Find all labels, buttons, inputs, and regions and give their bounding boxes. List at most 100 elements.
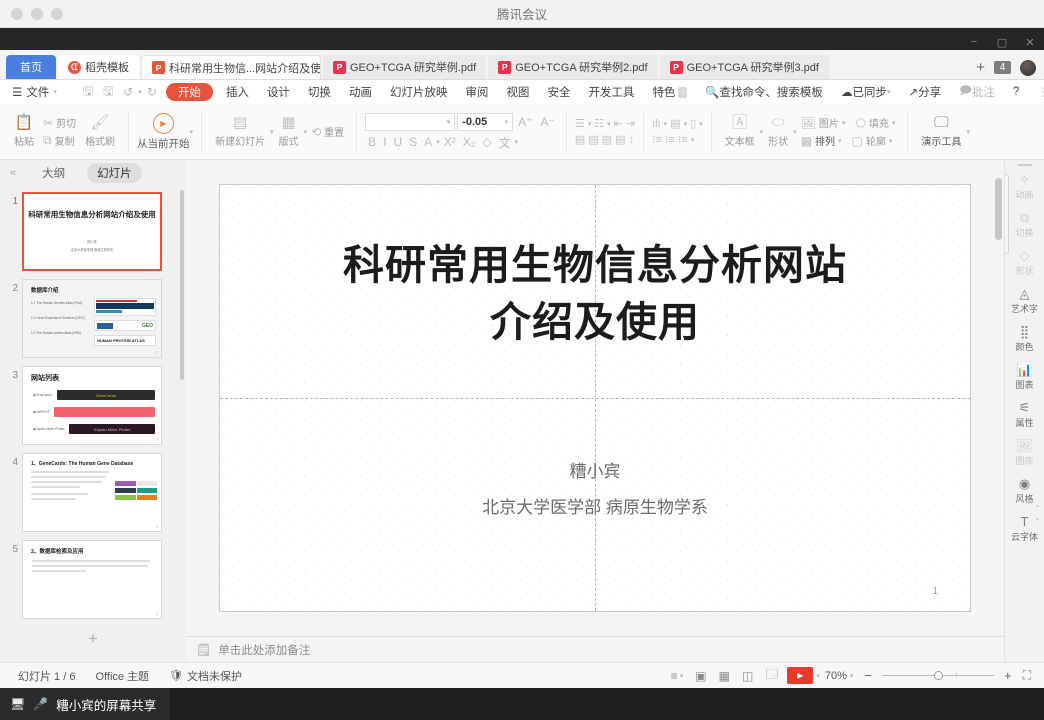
font-color-button[interactable]: A xyxy=(421,135,435,149)
outline-button[interactable]: ▢ 轮廓 ▾ xyxy=(848,133,897,149)
notes-view-button[interactable]: 🗔 xyxy=(759,665,784,686)
chevron-down-icon[interactable]: ▾ xyxy=(699,120,703,128)
sidebar-item-shape[interactable]: ◇ 形状 xyxy=(1005,244,1044,282)
chevron-down-icon[interactable]: ▾ xyxy=(515,138,519,146)
chevron-right-icon[interactable]: › xyxy=(678,86,688,98)
italic-button[interactable]: I xyxy=(380,135,389,149)
window-controls[interactable]: − ▢ ✕ xyxy=(968,36,1036,49)
ribbon-tab-design[interactable]: 设计 xyxy=(258,80,299,104)
font-size-input[interactable]: -0.05 ▾ xyxy=(457,112,514,131)
paragraph-spacing-button[interactable]: ⁝≡ xyxy=(678,133,688,146)
normal-view-button[interactable]: ▣ xyxy=(689,669,712,683)
chevron-down-icon[interactable]: ▾ xyxy=(691,136,695,144)
more-options-button[interactable]: ⋮ xyxy=(1028,80,1044,104)
add-slide-button[interactable]: + xyxy=(0,623,186,659)
chevron-down-icon[interactable]: ▾ xyxy=(966,128,970,136)
tab-presentation-active[interactable]: P 科研常用生物信...网站介绍及使用 xyxy=(141,55,321,79)
align-right-button[interactable]: ▤ xyxy=(602,133,612,146)
sidebar-item-chart[interactable]: 📊 图表 xyxy=(1005,358,1044,396)
sidebar-item-animation[interactable]: ✧ 动画 xyxy=(1005,168,1044,206)
thumbnail-item-2[interactable]: 2 数据库介绍 1.1 The Human Genetic Atlas (HGA… xyxy=(0,275,186,362)
thumbnail-scrollbar[interactable] xyxy=(180,190,184,380)
sidebar-item-transition[interactable]: ⧉ 切换 xyxy=(1005,206,1044,244)
line-spacing-button[interactable]: ↕ xyxy=(628,134,634,146)
smart-art-button[interactable]: ⁝≡ xyxy=(652,133,662,146)
text-direction-button[interactable]: ▤ xyxy=(670,117,680,130)
tab-count-badge[interactable]: 4 xyxy=(994,61,1011,74)
paste-button[interactable]: 📋 粘贴 xyxy=(9,115,39,149)
layout-button[interactable]: ▦ 版式 xyxy=(274,115,304,149)
bold-button[interactable]: B xyxy=(365,135,379,149)
picture-button[interactable]: 🖼 图片 ▾ xyxy=(797,115,850,131)
chevron-down-icon[interactable]: ▾ xyxy=(190,128,194,136)
save-as-icon[interactable]: 🖫 xyxy=(98,82,118,103)
ribbon-tab-insert[interactable]: 插入 xyxy=(217,80,258,104)
increase-indent-button[interactable]: ⇥ xyxy=(626,117,635,130)
fill-button[interactable]: ⬠ 填充 ▾ xyxy=(851,115,899,131)
status-badge[interactable]: 🛡 文档未保护 xyxy=(159,668,252,684)
slide-author-text[interactable]: 糟小宾 xyxy=(220,457,970,482)
thumbnail-item-5[interactable]: 5 2、数据库检索及应用 5 xyxy=(0,536,186,623)
start-from-current-button[interactable]: ▶ 从当前开始 xyxy=(137,112,190,151)
arrange-button[interactable]: ▩ 排列 ▾ xyxy=(797,133,846,149)
chevron-down-icon[interactable]: ▾ xyxy=(684,120,688,128)
thumbnail-preview-1[interactable]: 科研常用生物信息分析网站介绍及使用 糟小宾 北京大学医学部 病原生物学系 1 xyxy=(22,192,162,271)
ribbon-tab-features[interactable]: 特色 › xyxy=(643,80,696,104)
save-icon[interactable]: 🖫 xyxy=(78,82,98,103)
close-icon[interactable]: ✕ xyxy=(1024,36,1036,49)
numbered-list-button[interactable]: ☷ xyxy=(594,117,604,130)
thumbnail-preview-3[interactable]: 网站列表 ◆GeneCards: GeneCards ◆UNIPROT: ◆Ka… xyxy=(22,366,162,445)
slide-organization-text[interactable]: 北京大学医学部 病原生物学系 xyxy=(220,493,970,518)
tab-outline[interactable]: 大纲 xyxy=(32,163,75,183)
align-left-button[interactable]: ▤ xyxy=(575,133,585,146)
zoom-slider-track[interactable] xyxy=(882,671,994,680)
slide-counter[interactable]: 幻灯片 1 / 6 xyxy=(8,668,85,684)
shape-button[interactable]: ⬭ 形状 xyxy=(763,115,793,149)
chevron-down-icon[interactable]: ▾ xyxy=(664,120,668,128)
ribbon-tab-security[interactable]: 安全 xyxy=(538,80,579,104)
thumbnail-preview-2[interactable]: 数据库介绍 1.1 The Human Genetic Atlas (HGA) … xyxy=(22,279,162,358)
align-text-button[interactable]: ▯ xyxy=(690,117,696,130)
thumbnail-item-3[interactable]: 3 网站列表 ◆GeneCards: GeneCards ◆UNIPROT: ◆… xyxy=(0,362,186,449)
zoom-slider[interactable] xyxy=(878,671,998,680)
sidebar-scroll-arrows[interactable]: ⌃ ⌄ xyxy=(1034,504,1041,522)
reset-button[interactable]: ⟲ 重置 xyxy=(307,124,348,140)
file-menu-button[interactable]: ☰ 文件 ▾ xyxy=(8,80,66,104)
cut-button[interactable]: ✂ 剪切 xyxy=(39,115,80,131)
theme-name[interactable]: Office 主题 xyxy=(85,668,159,684)
pinyin-guide-button[interactable]: 文 xyxy=(496,134,514,151)
sidebar-item-color[interactable]: ⣿ 颜色 xyxy=(1005,320,1044,358)
chevron-down-icon[interactable]: ▾ xyxy=(588,120,592,128)
textbox-button[interactable]: 🄰 文本框 xyxy=(720,115,760,149)
slide-sorter-button[interactable]: ▦ xyxy=(713,669,736,683)
stage-scrollbar-track[interactable] xyxy=(995,166,1002,630)
microphone-icon[interactable]: 🎤 xyxy=(33,697,48,711)
text-effects-button[interactable]: ılı xyxy=(652,118,661,130)
new-slide-button[interactable]: ▤ 新建幻灯片 xyxy=(210,115,270,149)
shrink-font-button[interactable]: A⁻ xyxy=(538,115,558,129)
thumbnail-list[interactable]: 1 科研常用生物信息分析网站介绍及使用 糟小宾 北京大学医学部 病原生物学系 1… xyxy=(0,186,186,662)
slide-canvas[interactable]: 科研常用生物信息分析网站 介绍及使用 糟小宾 北京大学医学部 病原生物学系 1 xyxy=(219,184,971,612)
underline-button[interactable]: U xyxy=(391,135,406,149)
chevron-down-icon[interactable]: ▾ xyxy=(436,138,440,146)
subscript-button[interactable]: X₂ xyxy=(460,135,479,149)
sync-status-button[interactable]: ☁ 已同步 ▾ xyxy=(832,80,900,104)
outline-view-button[interactable]: ≡ ▾ xyxy=(665,669,690,683)
avatar[interactable] xyxy=(1020,59,1036,76)
decrease-indent-button[interactable]: ⇤ xyxy=(614,117,623,130)
sidebar-drag-handle[interactable] xyxy=(1017,164,1032,166)
present-tools-button[interactable]: 🖵 演示工具 xyxy=(916,115,966,149)
maximize-icon[interactable]: ▢ xyxy=(996,36,1008,49)
thumbnail-preview-5[interactable]: 2、数据库检索及应用 5 xyxy=(22,540,162,619)
screen-share-indicator[interactable]: 🖥 🎤 糟小宾的屏幕共享 xyxy=(0,688,171,720)
tab-pdf-3[interactable]: P GEO+TCGA 研究举例3.pdf xyxy=(659,55,829,79)
sidebar-item-wordart[interactable]: ◬ 艺术字 xyxy=(1005,282,1044,320)
ribbon-tab-transition[interactable]: 切换 xyxy=(299,80,340,104)
grow-font-button[interactable]: A⁺ xyxy=(515,115,535,129)
ribbon-tab-animation[interactable]: 动画 xyxy=(340,80,381,104)
new-tab-button[interactable]: + xyxy=(976,59,985,76)
command-search[interactable]: 🔍 查找命令、搜索模板 xyxy=(696,80,832,104)
columns-button[interactable]: ⁝≡ xyxy=(665,133,675,146)
tab-pdf-2[interactable]: P GEO+TCGA 研究举例2.pdf xyxy=(488,55,658,79)
superscript-button[interactable]: X² xyxy=(441,135,459,149)
